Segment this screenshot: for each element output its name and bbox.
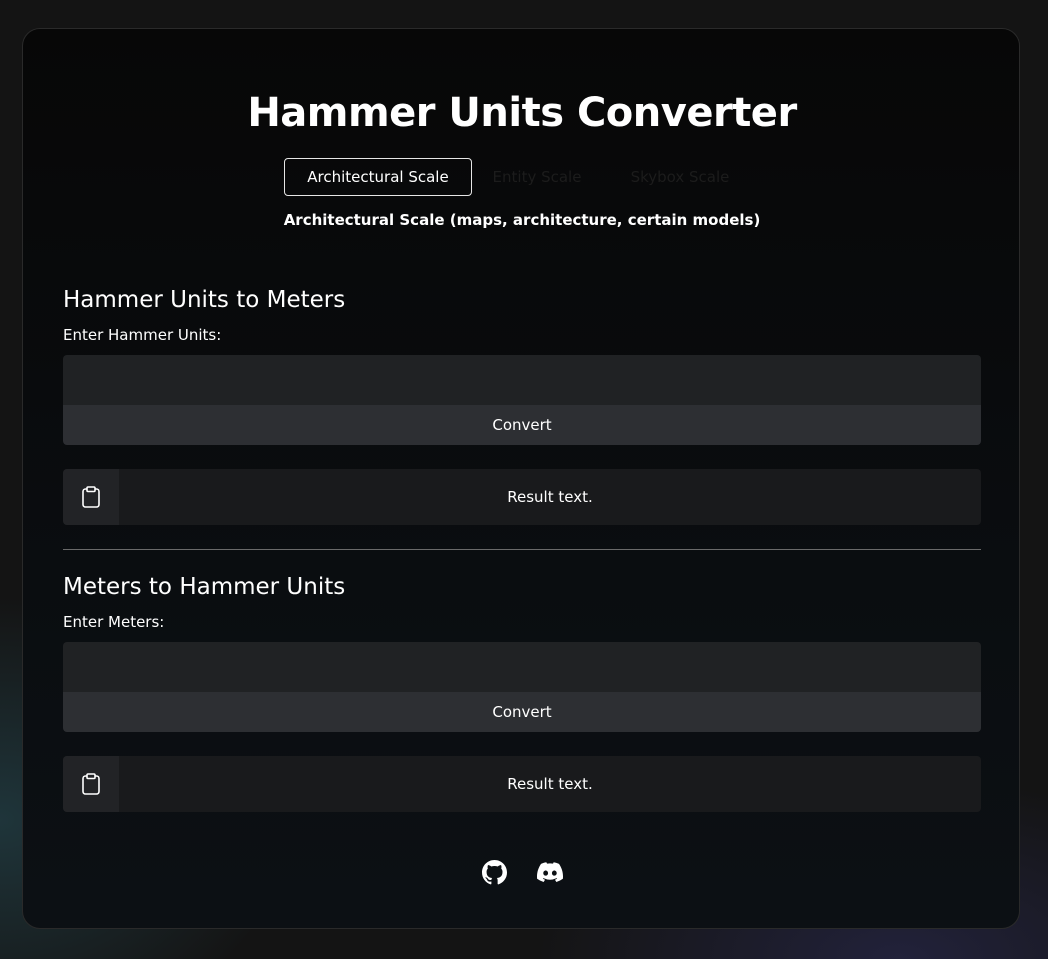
page-title: Hammer Units Converter: [247, 90, 797, 136]
section-divider: [63, 549, 981, 550]
clipboard-icon: [82, 773, 100, 795]
hu-to-m-input-group: Convert: [63, 355, 981, 445]
m-to-hu-result: Result text.: [63, 756, 981, 812]
footer-links: [23, 859, 1021, 885]
hu-to-m-copy-button[interactable]: [63, 469, 119, 525]
scale-description: Architectural Scale (maps, architecture,…: [283, 211, 761, 229]
scale-tabs: Architectural Scale Entity Scale Skybox …: [284, 158, 758, 196]
m-to-hu-heading: Meters to Hammer Units: [63, 574, 346, 600]
hu-to-m-convert-button[interactable]: Convert: [63, 405, 981, 445]
m-to-hu-result-text: Result text.: [507, 775, 593, 793]
github-icon: [481, 859, 507, 884]
tab-entity-scale[interactable]: Entity Scale: [472, 158, 602, 196]
hu-to-m-heading: Hammer Units to Meters: [63, 287, 346, 313]
hammer-units-label: Enter Hammer Units:: [63, 326, 222, 344]
m-to-hu-convert-button[interactable]: Convert: [63, 692, 981, 732]
meters-label: Enter Meters:: [63, 613, 165, 631]
m-to-hu-copy-button[interactable]: [63, 756, 119, 812]
discord-icon: [537, 862, 563, 882]
github-link[interactable]: [481, 859, 507, 885]
converter-card: Hammer Units Converter Architectural Sca…: [22, 28, 1020, 929]
tab-architectural-scale[interactable]: Architectural Scale: [284, 158, 472, 196]
meters-input[interactable]: [63, 642, 981, 692]
hu-to-m-result: Result text.: [63, 469, 981, 525]
m-to-hu-input-group: Convert: [63, 642, 981, 732]
discord-link[interactable]: [537, 859, 563, 885]
tab-skybox-scale[interactable]: Skybox Scale: [602, 158, 758, 196]
hu-to-m-result-text: Result text.: [507, 488, 593, 506]
hammer-units-input[interactable]: [63, 355, 981, 405]
clipboard-icon: [82, 486, 100, 508]
